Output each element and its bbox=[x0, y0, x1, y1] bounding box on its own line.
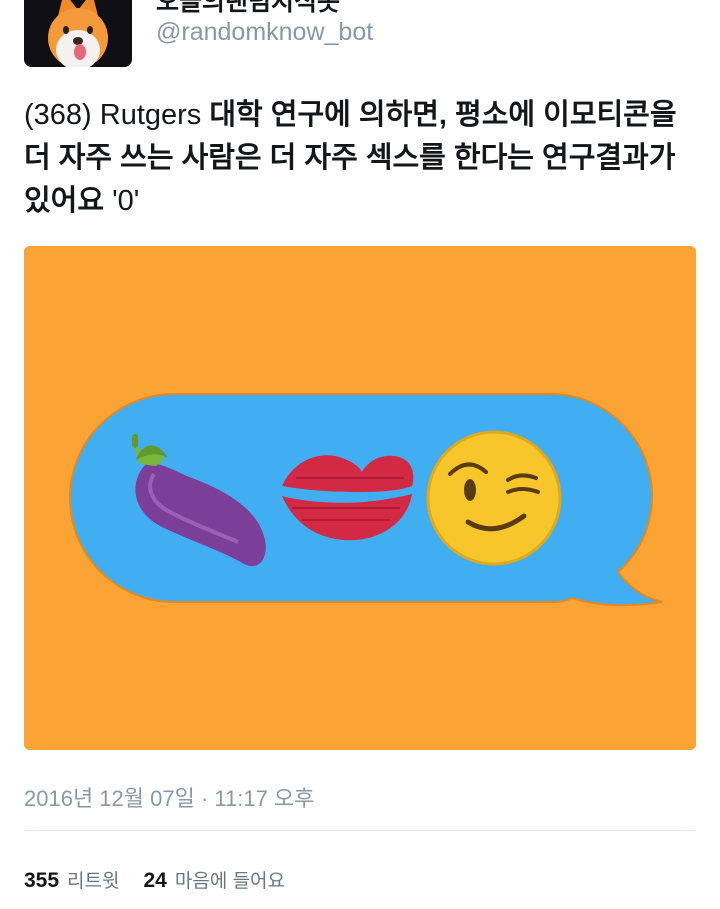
winking-face-icon bbox=[426, 430, 562, 566]
fox-avatar-icon bbox=[24, 0, 132, 67]
avatar[interactable] bbox=[24, 0, 132, 67]
like-count-value: 24 bbox=[143, 869, 167, 892]
tweet-media-image[interactable] bbox=[24, 246, 696, 750]
retweet-count-label: 리트윗 bbox=[67, 871, 120, 892]
tweet-stats: 355 리트윗 24 마음에 들어요 bbox=[24, 866, 309, 893]
display-name[interactable]: 오늘의랜덤지식봇 bbox=[156, 0, 340, 18]
tweet-timestamp[interactable]: 2016년 12월 07일 · 11:17 오후 bbox=[24, 781, 314, 813]
retweet-count-value: 355 bbox=[24, 869, 60, 892]
like-count-label: 마음에 들어요 bbox=[174, 871, 286, 892]
divider bbox=[24, 830, 696, 831]
retweet-count[interactable]: 355 리트윗 bbox=[24, 866, 120, 893]
like-count[interactable]: 24 마음에 들어요 bbox=[144, 866, 286, 893]
tweet-number: (368) bbox=[24, 99, 92, 131]
media-illustration bbox=[24, 246, 696, 750]
tweet-emoticon: '0' bbox=[112, 185, 140, 217]
tweet-latin-word: Rutgers bbox=[99, 99, 202, 131]
user-handle[interactable]: @randomknow_bot bbox=[156, 18, 373, 47]
tweet-text: (368) Rutgers 대학 연구에 의하면, 평소에 이모티콘을 더 자주… bbox=[24, 94, 704, 223]
